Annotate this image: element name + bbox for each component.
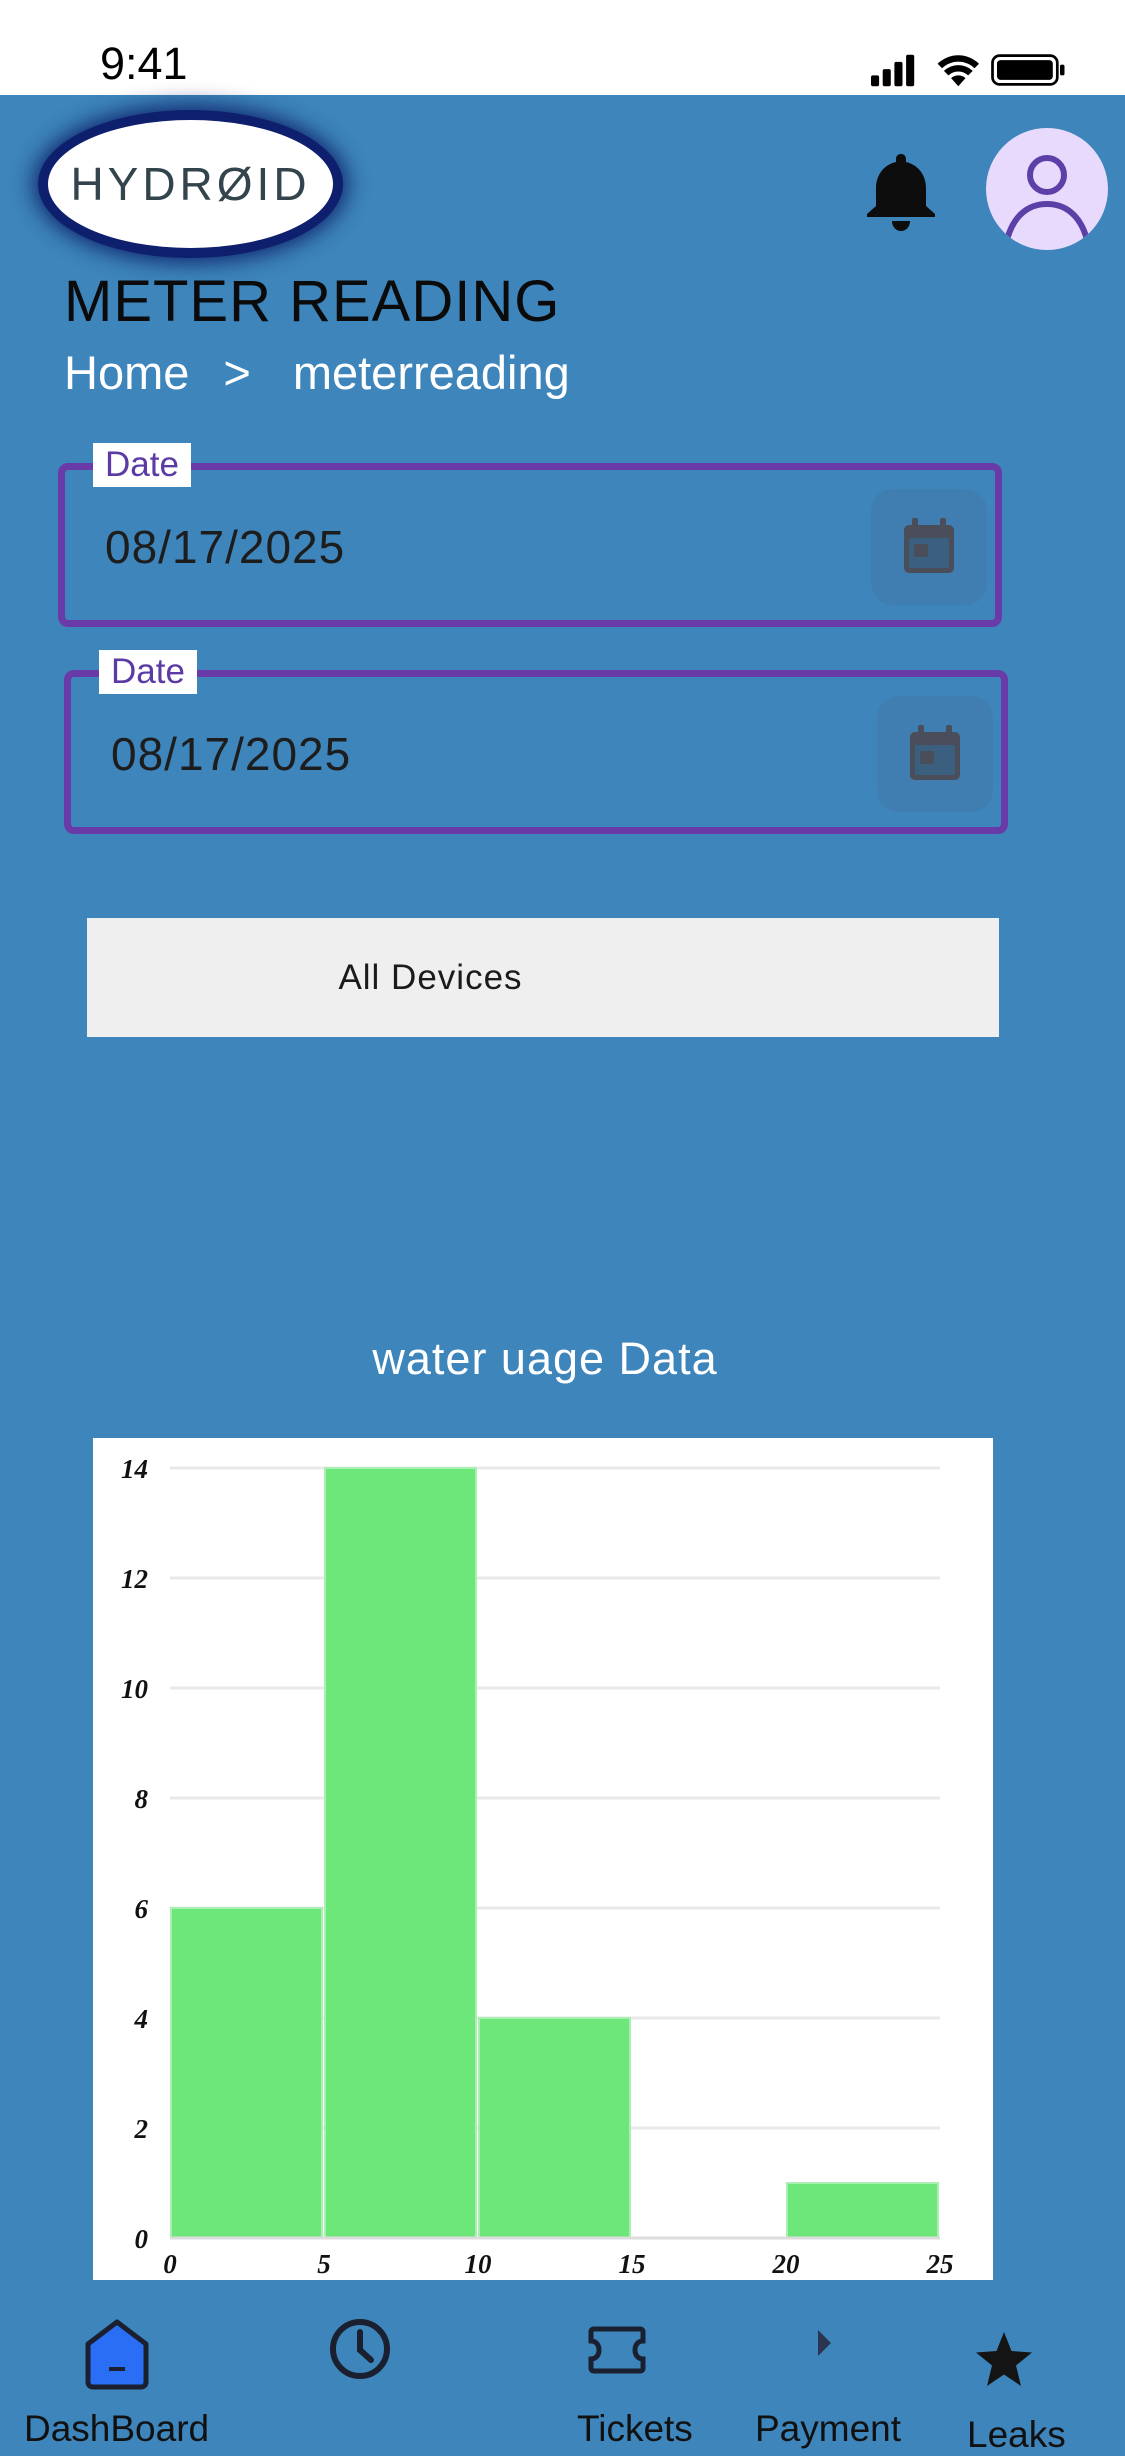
water-usage-chart: 0 2 4 6 8 10 12 14 0 5 10 15 20 25 <box>121 1454 954 2279</box>
arrow-right-icon <box>818 2330 831 2356</box>
nav-label-dashboard: DashBoard <box>24 2408 210 2449</box>
bell-icon[interactable] <box>858 148 944 234</box>
page-title: METER READING <box>64 269 561 334</box>
y-tick-label: 8 <box>135 1784 149 1814</box>
clock-icon <box>330 2319 390 2379</box>
battery-icon <box>991 54 1065 86</box>
y-tick-label: 4 <box>134 2004 149 2034</box>
breadcrumb: Home > meterreading <box>64 345 570 400</box>
ticket-icon <box>588 2326 646 2374</box>
y-tick-label: 6 <box>135 1894 149 1924</box>
end-date-value[interactable]: 08/17/2025 <box>111 727 351 781</box>
logo[interactable]: HYDRØID <box>48 120 333 248</box>
chart-title: water uage Data <box>372 1333 718 1384</box>
y-tick-label: 12 <box>121 1564 148 1594</box>
y-tick-label: 10 <box>121 1674 149 1704</box>
nav-item-tickets[interactable]: Tickets <box>560 2300 710 2449</box>
wifi-icon <box>937 55 979 87</box>
histogram-bar <box>478 2017 631 2239</box>
nav-label-tickets: Tickets <box>577 2408 693 2449</box>
user-icon <box>1003 155 1091 245</box>
breadcrumb-home[interactable]: Home <box>64 346 189 399</box>
calendar-icon <box>910 725 960 780</box>
status-icons <box>871 54 1065 87</box>
nav-label-payment: Payment <box>755 2408 902 2449</box>
start-date-field[interactable]: Date 08/17/2025 <box>58 443 1002 627</box>
start-date-label: Date <box>93 443 191 487</box>
status-time: 9:41 <box>100 38 188 89</box>
signal-icon <box>871 54 915 87</box>
x-tick-label: 15 <box>619 2249 646 2279</box>
nav-item-payment[interactable]: Payment <box>740 2300 920 2449</box>
histogram-bar <box>170 1907 323 2239</box>
x-tick-label: 20 <box>772 2249 801 2279</box>
histogram-bar <box>324 1467 477 2239</box>
home-icon <box>85 2319 149 2390</box>
status-bar: 9:41 <box>0 0 1125 95</box>
breadcrumb-current: meterreading <box>292 346 570 399</box>
y-tick-label: 14 <box>121 1454 148 1484</box>
chart-card: 0 2 4 6 8 10 12 14 0 5 10 15 20 25 <box>93 1438 993 2280</box>
end-date-field[interactable]: Date 08/17/2025 <box>64 650 1008 834</box>
x-tick-label: 25 <box>926 2249 954 2279</box>
nav-item-history[interactable] <box>300 2300 430 2436</box>
nav-label-leaks: Leaks <box>967 2414 1066 2455</box>
all-devices-button[interactable]: All Devices <box>87 918 999 1037</box>
y-tick-label: 2 <box>134 2114 149 2144</box>
start-date-value[interactable]: 08/17/2025 <box>105 520 345 574</box>
star-icon <box>976 2332 1032 2386</box>
x-tick-label: 10 <box>465 2249 493 2279</box>
breadcrumb-separator: > <box>223 346 251 399</box>
histogram-bar <box>786 2182 939 2239</box>
x-tick-label: 0 <box>163 2249 177 2279</box>
bottom-nav: DashBoard Tickets Payment Leaks <box>0 2300 1125 2455</box>
start-date-calendar-button[interactable] <box>871 489 987 605</box>
x-tick-label: 5 <box>317 2249 331 2279</box>
end-date-label: Date <box>99 650 197 694</box>
nav-item-leaks[interactable]: Leaks <box>955 2300 1125 2455</box>
end-date-calendar-button[interactable] <box>877 696 993 812</box>
calendar-icon <box>904 518 954 573</box>
y-tick-label: 0 <box>135 2224 149 2254</box>
nav-item-dashboard[interactable]: DashBoard <box>0 2300 230 2449</box>
avatar[interactable] <box>986 128 1108 250</box>
